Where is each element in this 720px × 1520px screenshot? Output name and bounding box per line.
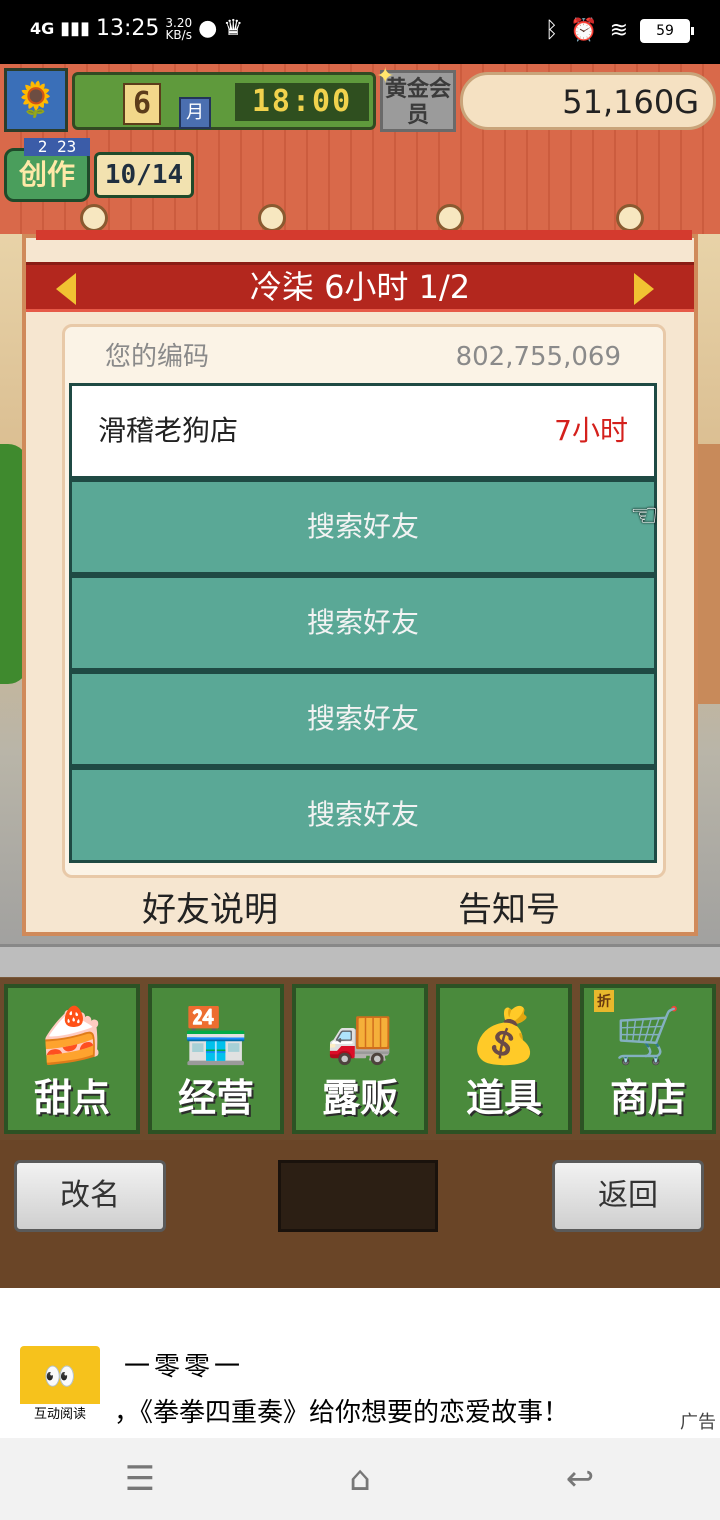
menu-label: 道具: [465, 1076, 542, 1120]
discount-tag: 折: [594, 990, 614, 1012]
create-progress[interactable]: 创作 2 23 10/14: [4, 138, 196, 202]
menu-label: 商店: [609, 1076, 686, 1120]
ad-description: ，《拳拳四重奏》给你想要的恋爱故事！: [114, 1398, 570, 1428]
create-count: 10/14: [94, 152, 194, 198]
panel-footer: 好友说明 告知号: [26, 874, 694, 934]
friend-slot[interactable]: 滑稽老狗店 7小时: [69, 383, 657, 479]
status-right: ᛒ ⏰ ≋ 59: [544, 18, 694, 43]
sparkle-icon: ✦: [376, 64, 395, 89]
menu-button-management[interactable]: 🏪 经营: [148, 984, 284, 1134]
light-bulb: [436, 204, 464, 232]
month-number: 6: [123, 83, 161, 125]
search-friend-button[interactable]: 搜索好友: [69, 767, 657, 863]
food-truck-icon: 🚚: [326, 1004, 394, 1067]
panel-title: 冷柒 6小时 1/2: [249, 268, 471, 306]
panel-top-bar: [36, 230, 692, 240]
network-indicator: 4G: [30, 19, 55, 38]
sidewalk: [0, 944, 720, 977]
month-unit: 月: [179, 97, 211, 129]
bluetooth-icon: ᛒ: [544, 18, 559, 43]
menu-button-stall[interactable]: 🚚 露贩: [292, 984, 428, 1134]
network-speed: 3.20 KB/s: [165, 17, 192, 41]
menu-button-desserts[interactable]: 🍰 甜点: [4, 984, 140, 1134]
rename-button[interactable]: 改名: [14, 1160, 166, 1232]
sunflower-avatar-icon[interactable]: 🌻: [4, 68, 68, 132]
ad-tag: 广告: [680, 1412, 716, 1433]
notify-number-link[interactable]: 告知号: [458, 882, 560, 931]
menu-button-shop[interactable]: 🛒 折 商店: [580, 984, 716, 1134]
ad-banner[interactable]: 👀 互动阅读 一零零一 ，《拳拳四重奏》给你想要的恋爱故事！ 广告: [0, 1288, 720, 1438]
calendar-display: 6 月 18:00: [72, 72, 376, 130]
back-button[interactable]: 返回: [552, 1160, 704, 1232]
prev-page-arrow-icon[interactable]: [56, 273, 76, 305]
menu-label: 经营: [177, 1076, 254, 1120]
search-friend-button[interactable]: 搜索好友: [69, 479, 657, 575]
light-bulb: [616, 204, 644, 232]
main-menu-bar: 🍰 甜点 🏪 经营 🚚 露贩 💰 道具 🛒 折 商店: [0, 978, 720, 1140]
ad-title: 一零零一: [124, 1352, 245, 1382]
light-bulb: [258, 204, 286, 232]
items-bag-icon: 💰: [470, 1004, 538, 1067]
friend-hours: 7小时: [554, 414, 628, 447]
menu-label: 露贩: [321, 1076, 398, 1120]
create-date: 2 23: [24, 138, 90, 156]
game-screen: 4G ▮▮▮ 13:25 3.20 KB/s ● ♛ ᛒ ⏰ ≋ 59 🌻 6 …: [0, 0, 720, 1520]
your-code-label: 您的编码: [105, 342, 210, 372]
system-nav-bar: ☰ ⌂ ↩: [0, 1438, 720, 1520]
battery-icon: 59: [640, 18, 694, 43]
signal-icon: ▮▮▮: [60, 18, 90, 39]
cake-icon: 🍰: [38, 1004, 106, 1067]
money-display: 51,160G: [460, 72, 716, 130]
status-bar: 4G ▮▮▮ 13:25 3.20 KB/s ● ♛ ᛒ ⏰ ≋ 59: [0, 0, 720, 64]
panel-header: 冷柒 6小时 1/2: [26, 262, 694, 312]
game-area: 🌻 6 月 18:00 黄金会员 ✦ 51,160G 创作 2 23 10/14…: [0, 64, 720, 1288]
menu-icon[interactable]: ☰: [110, 1456, 170, 1502]
your-code-row: 您的编码 802,755,069: [105, 335, 621, 379]
top-hud: 🌻 6 月 18:00 黄金会员 ✦ 51,160G: [4, 64, 716, 132]
center-empty-slot: [278, 1160, 438, 1232]
status-left: 4G ▮▮▮ 13:25 3.20 KB/s ● ♛: [30, 16, 243, 41]
friends-panel: 冷柒 6小时 1/2 您的编码 802,755,069 滑稽老狗店 7小时 搜索…: [22, 230, 698, 936]
back-icon[interactable]: ↩: [550, 1456, 610, 1502]
friend-help-link[interactable]: 好友说明: [142, 882, 278, 931]
create-label: 创作: [4, 148, 90, 202]
cat-face-icon: 👀: [43, 1362, 77, 1392]
status-time: 13:25: [95, 16, 160, 41]
light-bulb: [80, 204, 108, 232]
ad-app-name: 互动阅读: [20, 1404, 100, 1426]
search-friend-button[interactable]: 搜索好友: [69, 575, 657, 671]
home-icon[interactable]: ⌂: [330, 1456, 390, 1502]
pointing-hand-icon: ☜: [630, 496, 659, 534]
shop-building-icon: 🏪: [182, 1004, 250, 1067]
bottom-action-area: 改名 返回: [0, 1140, 720, 1288]
app-notification-icon: ●: [198, 16, 218, 41]
search-friend-button[interactable]: 搜索好友: [69, 671, 657, 767]
friend-list-container: 您的编码 802,755,069 滑稽老狗店 7小时 搜索好友 搜索好友 搜索好…: [62, 324, 666, 878]
your-code-value: 802,755,069: [455, 342, 621, 372]
ad-app-logo: 👀 互动阅读: [20, 1346, 100, 1426]
game-clock: 18:00: [235, 83, 369, 121]
menu-label: 甜点: [33, 1076, 110, 1120]
friend-name: 滑稽老狗店: [98, 414, 239, 447]
menu-button-items[interactable]: 💰 道具: [436, 984, 572, 1134]
next-page-arrow-icon[interactable]: [634, 273, 654, 305]
network-speed-unit: KB/s: [165, 27, 192, 42]
crown-icon: ♛: [223, 16, 244, 41]
wifi-icon: ≋: [609, 18, 628, 43]
alarm-icon: ⏰: [570, 18, 598, 43]
